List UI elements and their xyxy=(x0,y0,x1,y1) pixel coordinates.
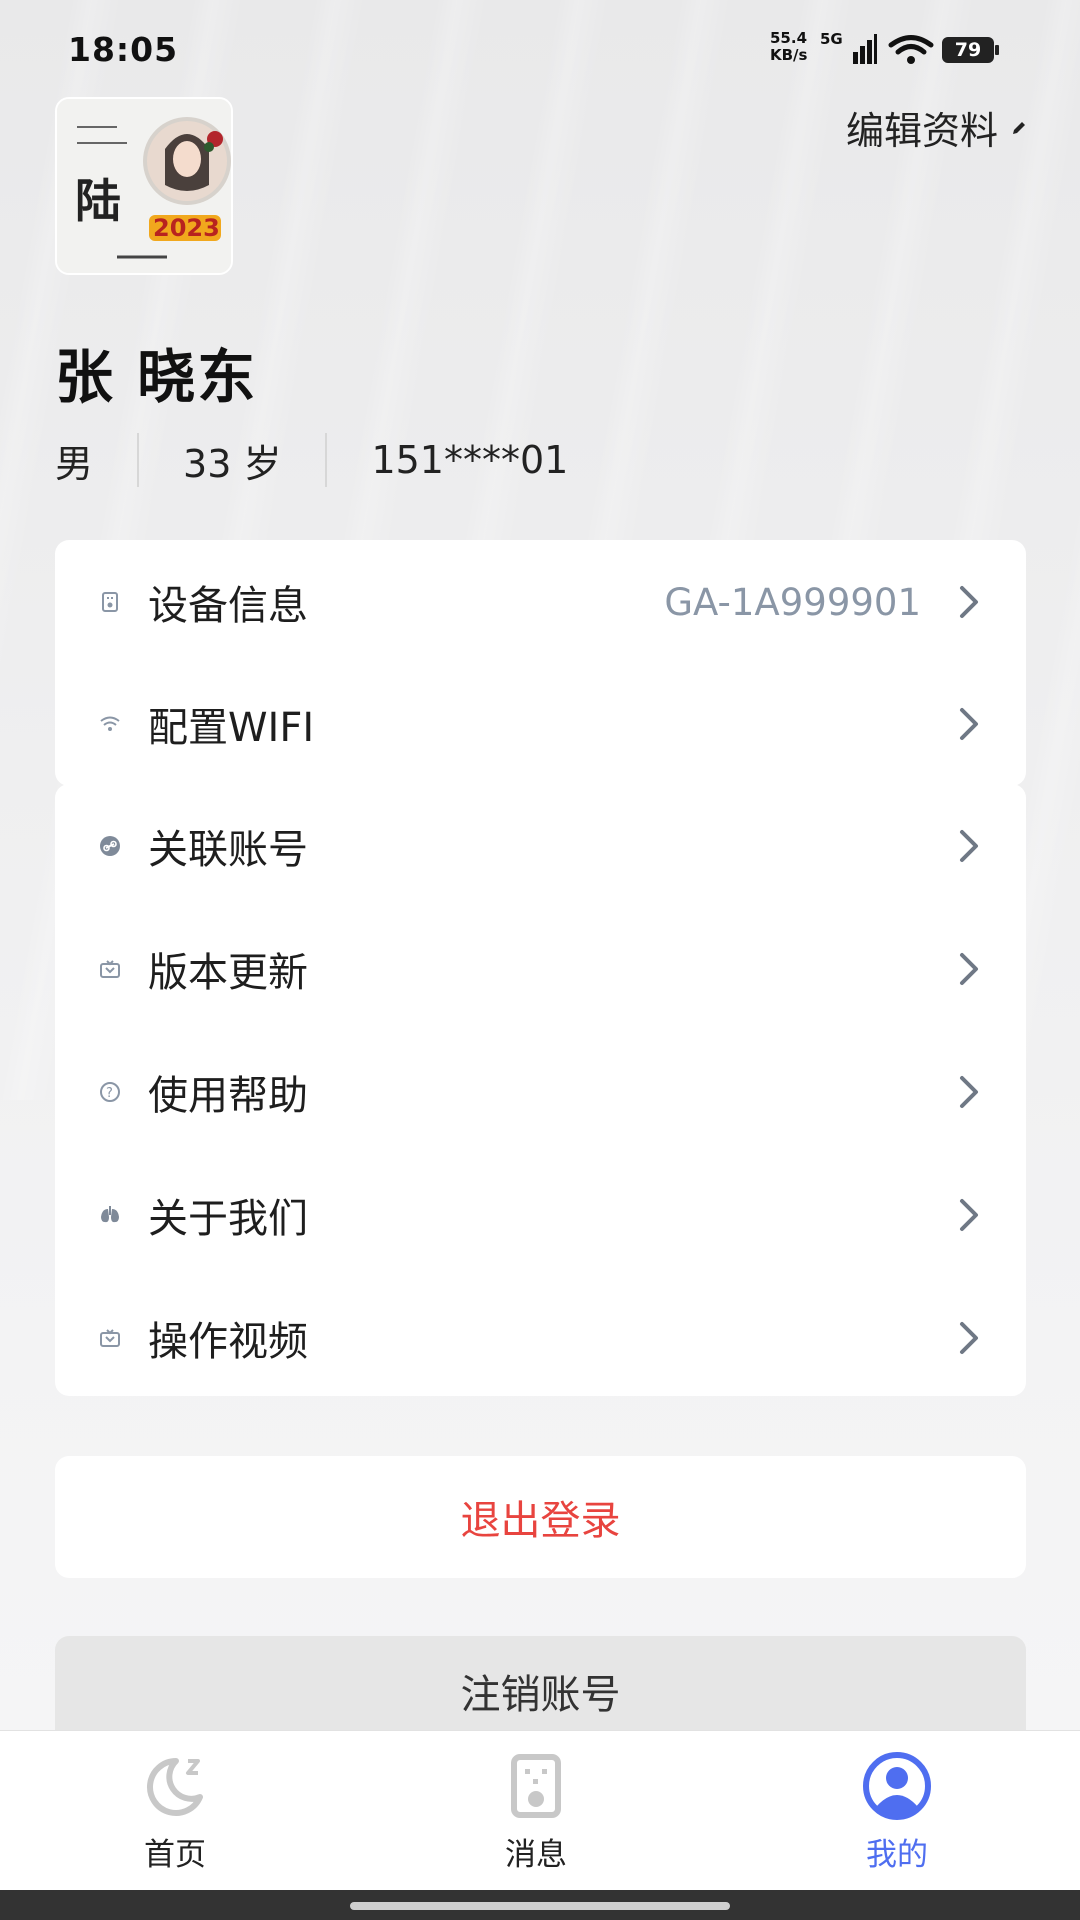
signal-icon xyxy=(853,34,877,64)
settings-row-wifi[interactable]: 配置WIFI xyxy=(55,662,1026,786)
edit-profile-button[interactable]: 编辑资料 xyxy=(846,100,1028,155)
message-device-icon xyxy=(511,1754,561,1818)
divider xyxy=(137,433,140,487)
home-indicator[interactable] xyxy=(350,1902,730,1910)
wifi-status-icon xyxy=(888,35,934,64)
network-speed-unit: KB/s xyxy=(770,46,808,64)
avatar-char: 陆 xyxy=(75,174,121,228)
avatar[interactable]: 陆 2023 xyxy=(55,97,233,275)
device-icon xyxy=(95,587,125,617)
network-speed: 55.4 KB/s xyxy=(770,30,807,64)
settings-row-label: 关于我们 xyxy=(148,1196,308,1242)
user-age: 33 岁 xyxy=(183,441,282,486)
status-time: 18:05 xyxy=(68,30,179,69)
chevron-right-icon xyxy=(960,1199,978,1231)
video-icon xyxy=(95,1323,125,1353)
user-icon xyxy=(863,1752,931,1820)
chevron-right-icon xyxy=(960,1322,978,1354)
settings-card-device: 设备信息 GA-1A999901 配置WIFI xyxy=(55,540,1026,786)
network-speed-value: 55.4 xyxy=(770,29,808,47)
chevron-right-icon xyxy=(960,708,978,740)
user-gender: 男 xyxy=(55,441,94,486)
battery-icon: 79 xyxy=(942,37,1000,63)
wifi-icon xyxy=(95,709,125,739)
settings-row-about-us[interactable]: 关于我们 xyxy=(55,1153,1026,1277)
settings-row-label: 版本更新 xyxy=(148,950,308,996)
battery-level: 79 xyxy=(954,39,982,61)
chevron-right-icon xyxy=(960,830,978,862)
tab-home[interactable]: 首页 xyxy=(75,1731,275,1891)
settings-row-device-info[interactable]: 设备信息 GA-1A999901 xyxy=(55,540,1026,664)
settings-row-version-update[interactable]: 版本更新 xyxy=(55,907,1026,1031)
tab-label: 消息 xyxy=(505,1837,567,1873)
tab-messages[interactable]: 消息 xyxy=(436,1731,636,1891)
settings-row-help[interactable]: ? 使用帮助 xyxy=(55,1030,1026,1154)
pencil-icon xyxy=(1013,121,1025,134)
device-id-value: GA-1A999901 xyxy=(664,580,921,624)
link-icon xyxy=(95,831,125,861)
edit-profile-label: 编辑资料 xyxy=(845,109,998,153)
user-name: 张 晓东 xyxy=(55,343,258,411)
settings-row-label: 操作视频 xyxy=(148,1319,308,1365)
logout-button[interactable]: 退出登录 xyxy=(55,1456,1026,1578)
svg-text:?: ? xyxy=(106,1086,113,1101)
settings-card-general: 关联账号 版本更新 ? 使用帮助 关于我们 操作视频 xyxy=(55,784,1026,1396)
settings-row-label: 设备信息 xyxy=(148,583,308,629)
status-bar: 18:05 55.4 KB/s 5G 79 xyxy=(0,0,1080,100)
moon-sleep-icon xyxy=(147,1758,203,1816)
chevron-right-icon xyxy=(960,953,978,985)
user-phone: 151****01 xyxy=(371,438,569,482)
settings-row-linked-account[interactable]: 关联账号 xyxy=(55,784,1026,908)
settings-row-label: 配置WIFI xyxy=(148,705,315,751)
chevron-right-icon xyxy=(960,586,978,618)
help-icon: ? xyxy=(95,1077,125,1107)
user-meta: 男 33 岁 151****01 xyxy=(55,432,568,488)
tab-label: 我的 xyxy=(866,1837,928,1873)
lungs-icon xyxy=(95,1200,125,1230)
chevron-right-icon xyxy=(960,1076,978,1108)
divider xyxy=(325,433,328,487)
tab-label: 首页 xyxy=(144,1837,206,1873)
avatar-year: 2023 xyxy=(153,214,220,242)
settings-row-label: 关联账号 xyxy=(148,827,308,873)
update-icon xyxy=(95,954,125,984)
avatar-image: 陆 2023 xyxy=(57,99,231,273)
bottom-tab-bar: 首页 消息 我的 xyxy=(0,1730,1080,1891)
settings-row-tutorial-video[interactable]: 操作视频 xyxy=(55,1276,1026,1400)
settings-row-label: 使用帮助 xyxy=(148,1073,308,1119)
tab-me[interactable]: 我的 xyxy=(797,1731,997,1891)
